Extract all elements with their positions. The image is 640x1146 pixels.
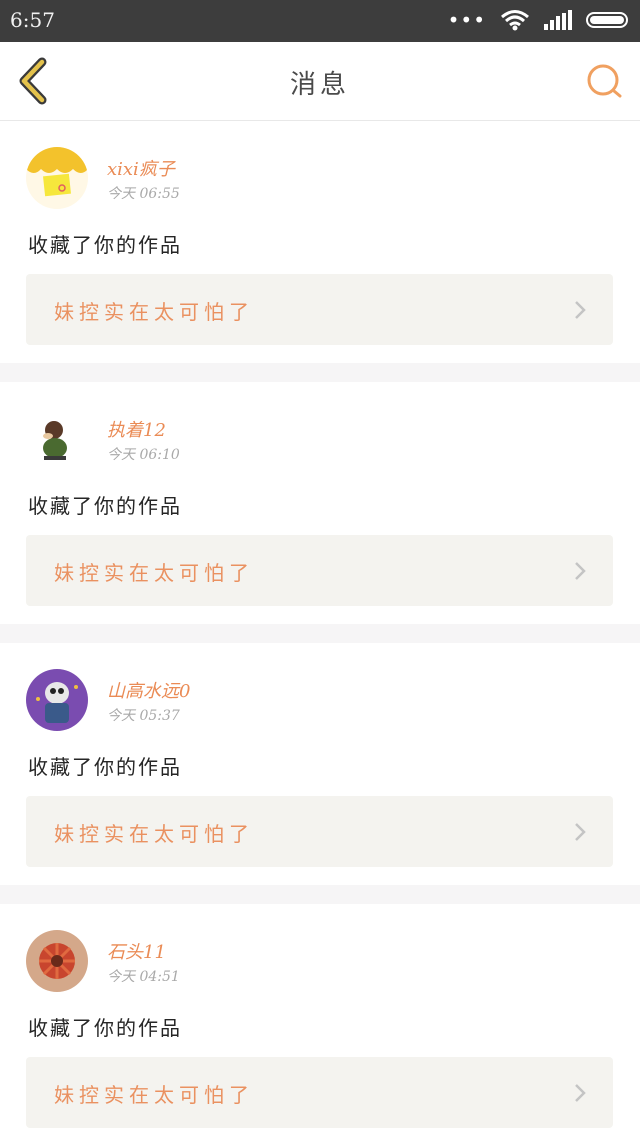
message-item: 石头11 今天 04:51 收藏了你的作品 妹控实在太可怕了 <box>0 904 640 1146</box>
chevron-right-icon <box>575 823 586 841</box>
wifi-icon <box>501 10 529 31</box>
status-time: 6:57 <box>10 8 55 32</box>
message-time: 今天 06:10 <box>107 447 180 463</box>
more-dots-icon: ••• <box>447 8 486 32</box>
work-link[interactable]: 妹控实在太可怕了 <box>26 1057 613 1128</box>
separator <box>0 885 640 904</box>
work-title: 妹控实在太可怕了 <box>54 1083 254 1107</box>
header: 消息 <box>0 42 640 121</box>
battery-icon <box>586 12 628 28</box>
user-name[interactable]: 山高水远0 <box>107 677 190 703</box>
work-title: 妹控实在太可怕了 <box>54 561 254 585</box>
chevron-right-icon <box>575 301 586 319</box>
page-title: 消息 <box>289 70 350 100</box>
message-time: 今天 04:51 <box>107 969 180 985</box>
separator <box>0 624 640 643</box>
user-name[interactable]: 执着12 <box>107 416 166 442</box>
user-name[interactable]: 石头11 <box>107 938 166 964</box>
message-list: xixi疯子 今天 06:55 收藏了你的作品 妹控实在太可怕了 执着12 今天… <box>0 121 640 1146</box>
avatar[interactable] <box>26 930 88 992</box>
chevron-right-icon <box>575 562 586 580</box>
work-link[interactable]: 妹控实在太可怕了 <box>26 274 613 345</box>
message-item: xixi疯子 今天 06:55 收藏了你的作品 妹控实在太可怕了 <box>0 121 640 363</box>
action-text: 收藏了你的作品 <box>28 233 182 257</box>
avatar[interactable] <box>26 408 88 470</box>
work-title: 妹控实在太可怕了 <box>54 300 254 324</box>
message-time: 今天 05:37 <box>107 708 180 724</box>
message-item: 执着12 今天 06:10 收藏了你的作品 妹控实在太可怕了 <box>0 382 640 624</box>
user-name[interactable]: xixi疯子 <box>107 155 175 181</box>
action-text: 收藏了你的作品 <box>28 494 182 518</box>
status-bar: 6:57 ••• <box>0 0 640 42</box>
message-item: 山高水远0 今天 05:37 收藏了你的作品 妹控实在太可怕了 <box>0 643 640 885</box>
work-title: 妹控实在太可怕了 <box>54 822 254 846</box>
chevron-right-icon <box>575 1084 586 1102</box>
action-text: 收藏了你的作品 <box>28 1016 182 1040</box>
search-icon[interactable] <box>584 60 626 102</box>
signal-icon <box>544 10 572 30</box>
avatar[interactable] <box>26 669 88 731</box>
work-link[interactable]: 妹控实在太可怕了 <box>26 796 613 867</box>
message-time: 今天 06:55 <box>107 186 180 202</box>
status-icons: ••• <box>448 8 628 32</box>
separator <box>0 363 640 382</box>
avatar[interactable] <box>26 147 88 209</box>
work-link[interactable]: 妹控实在太可怕了 <box>26 535 613 606</box>
action-text: 收藏了你的作品 <box>28 755 182 779</box>
